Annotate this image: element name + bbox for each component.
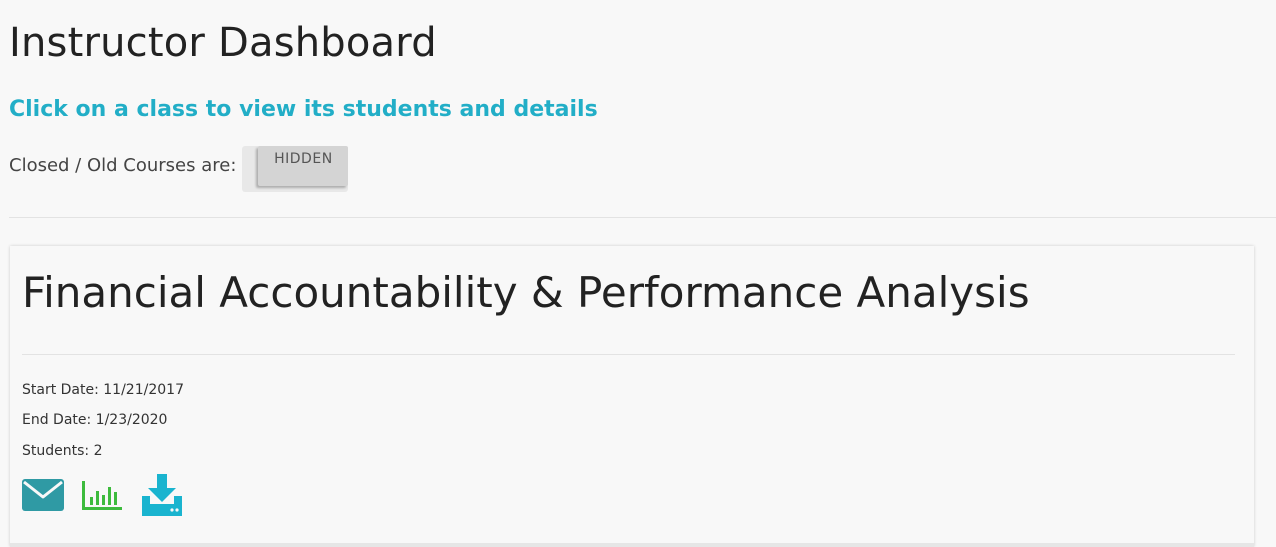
course-title: Financial Accountability & Performance A…: [22, 268, 1030, 317]
course-card[interactable]: Financial Accountability & Performance A…: [10, 246, 1254, 547]
closed-courses-toggle-row: Closed / Old Courses are: HIDDEN: [9, 146, 349, 192]
page-subtitle: Click on a class to view its students an…: [9, 97, 598, 122]
course-card-bottom-border: [10, 543, 1254, 547]
course-student-count: Students: 2: [22, 443, 103, 459]
toggle-state-label: HIDDEN: [258, 146, 349, 186]
course-actions: [22, 474, 184, 516]
envelope-icon[interactable]: [22, 479, 64, 511]
section-divider: [9, 217, 1276, 218]
closed-courses-toggle[interactable]: HIDDEN: [242, 146, 349, 192]
closed-courses-label: Closed / Old Courses are:: [9, 155, 237, 176]
page-title: Instructor Dashboard: [9, 20, 437, 66]
course-card-divider: [22, 354, 1235, 355]
bar-chart-icon[interactable]: [81, 479, 123, 511]
course-start-date: Start Date: 11/21/2017: [22, 382, 184, 398]
course-end-date: End Date: 1/23/2020: [22, 412, 168, 428]
download-icon[interactable]: [140, 474, 184, 516]
dashboard-page: Instructor Dashboard Click on a class to…: [0, 0, 1276, 547]
